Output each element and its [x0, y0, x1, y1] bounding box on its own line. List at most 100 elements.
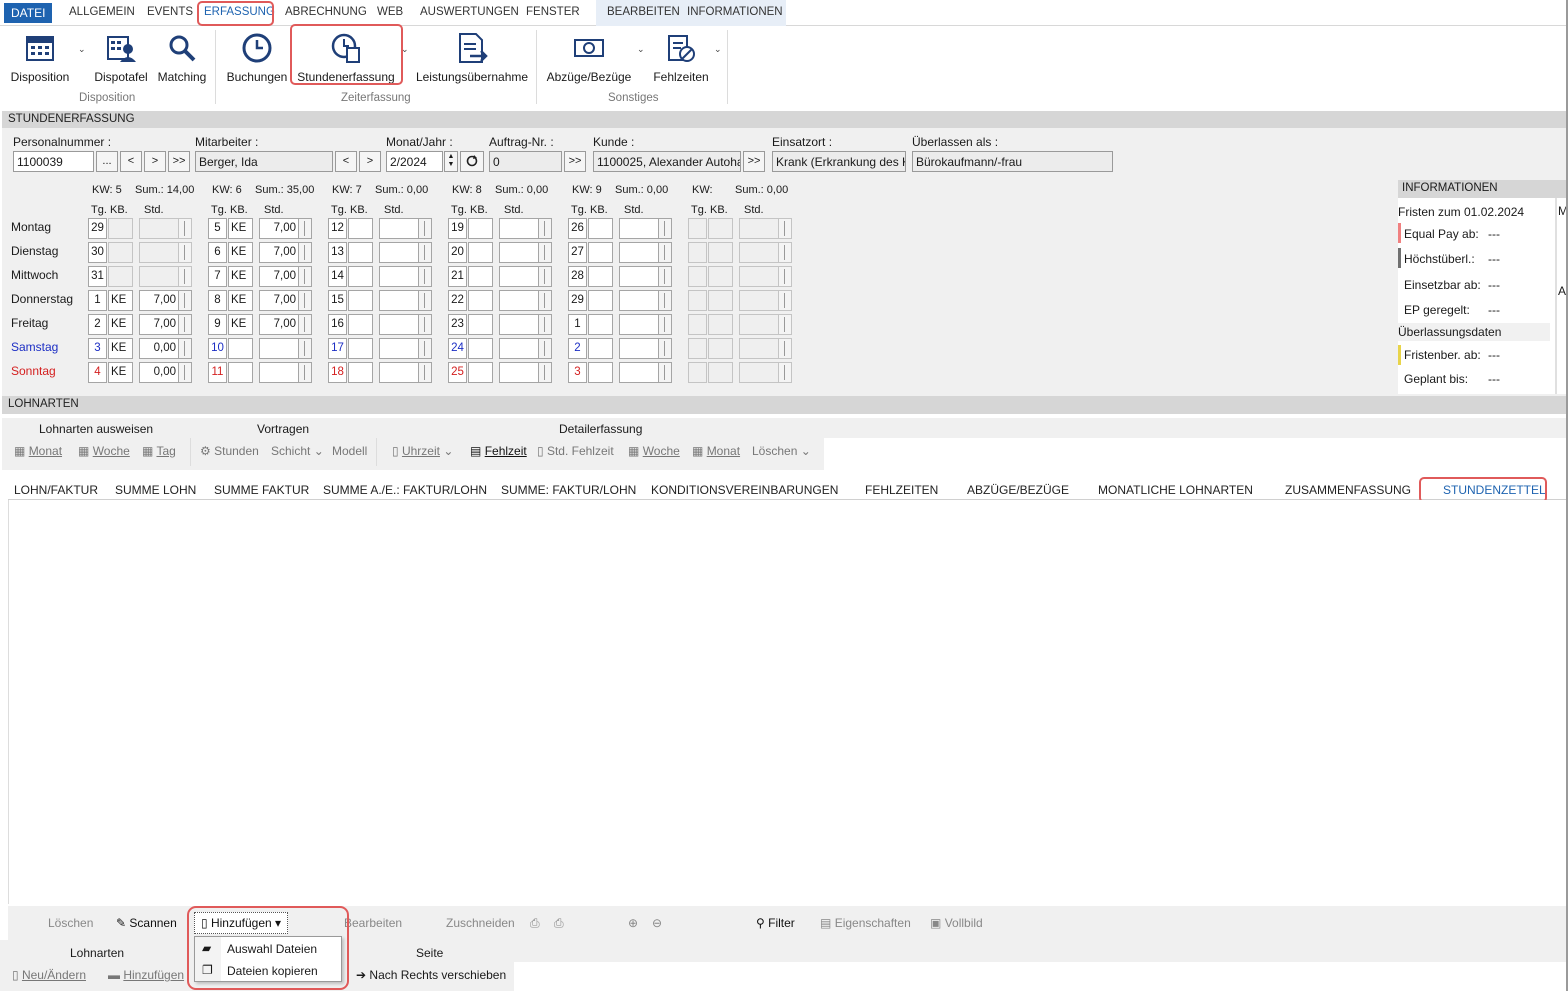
std-spinner[interactable]	[179, 266, 192, 287]
zoom-out-icon[interactable]: ⊖	[652, 916, 662, 930]
fehlzeiten-dropdown-arrow[interactable]: ⌄	[714, 44, 722, 55]
kb-input[interactable]	[708, 290, 733, 311]
std-input[interactable]	[379, 290, 419, 311]
std-input[interactable]: 7,00	[259, 314, 299, 335]
std-input[interactable]: 0,00	[139, 362, 179, 383]
kb-input[interactable]: KE	[108, 362, 133, 383]
kb-input[interactable]	[588, 290, 613, 311]
kb-input[interactable]	[468, 218, 493, 239]
print-settings-icon[interactable]: ⎙	[554, 916, 564, 931]
kb-input[interactable]	[348, 290, 373, 311]
zuschneiden-button[interactable]: Zuschneiden	[446, 916, 515, 930]
print-icon[interactable]: ⎙	[530, 916, 540, 931]
menu-datei[interactable]: DATEI	[4, 3, 53, 23]
std-input[interactable]	[379, 338, 419, 359]
std-input[interactable]	[499, 362, 539, 383]
std-input[interactable]	[619, 266, 659, 287]
menu-informationen[interactable]: INFORMATIONEN	[687, 6, 783, 18]
kb-input[interactable]: KE	[228, 314, 253, 335]
kunde-last-button[interactable]: >>	[743, 151, 765, 172]
std-spinner[interactable]	[179, 362, 192, 383]
disposition-button[interactable]: Disposition	[8, 30, 72, 84]
std-input[interactable]	[499, 290, 539, 311]
kb-input[interactable]	[708, 242, 733, 263]
kb-input[interactable]	[468, 266, 493, 287]
std-input[interactable]	[619, 290, 659, 311]
std-input[interactable]	[619, 362, 659, 383]
fehlzeit-button[interactable]: ▤ Fehlzeit	[470, 444, 527, 458]
tab-stundenzettel[interactable]: STUNDENZETTEL	[1443, 483, 1546, 497]
kb-input[interactable]: KE	[108, 338, 133, 359]
std-input[interactable]	[739, 362, 779, 383]
dateien-kopieren-item[interactable]: Dateien kopieren	[227, 964, 318, 978]
std-input[interactable]: 7,00	[259, 266, 299, 287]
std-input[interactable]	[739, 266, 779, 287]
std-spinner[interactable]	[659, 314, 672, 335]
std-spinner[interactable]	[179, 314, 192, 335]
std-input[interactable]: 7,00	[259, 242, 299, 263]
kb-input[interactable]	[348, 266, 373, 287]
kb-input[interactable]	[348, 338, 373, 359]
monat-jahr-input[interactable]: 2/2024	[386, 151, 443, 172]
menu-web[interactable]: WEB	[377, 6, 403, 18]
std-spinner[interactable]	[179, 338, 192, 359]
std-spinner[interactable]	[419, 218, 432, 239]
menu-abrechnung[interactable]: ABRECHNUNG	[285, 6, 367, 18]
std-spinner[interactable]	[779, 314, 792, 335]
dispotafel-button[interactable]: Dispotafel	[92, 30, 150, 84]
modell-vortragen-button[interactable]: Modell	[332, 444, 367, 458]
kb-input[interactable]	[468, 290, 493, 311]
std-spinner[interactable]	[659, 338, 672, 359]
std-input[interactable]	[739, 314, 779, 335]
std-spinner[interactable]	[299, 266, 312, 287]
kb-input[interactable]	[588, 218, 613, 239]
nach-rechts-button[interactable]: ➔ Nach Rechts verschieben	[356, 968, 506, 982]
bearbeiten-button[interactable]: Bearbeiten	[344, 916, 402, 930]
std-spinner[interactable]	[299, 314, 312, 335]
kb-input[interactable]	[468, 338, 493, 359]
std-input[interactable]	[499, 338, 539, 359]
std-input[interactable]	[139, 242, 179, 263]
kb-input[interactable]	[348, 242, 373, 263]
tab-summe-a-e-faktur-lohn[interactable]: SUMME A./E.: FAKTUR/LOHN	[323, 483, 487, 497]
std-input[interactable]	[619, 338, 659, 359]
kb-input[interactable]	[588, 242, 613, 263]
stunden-vortragen-button[interactable]: ⚙ Stunden	[200, 444, 259, 458]
std-spinner[interactable]	[179, 290, 192, 311]
kb-input[interactable]	[588, 314, 613, 335]
std-spinner[interactable]	[539, 314, 552, 335]
menu-allgemein[interactable]: ALLGEMEIN	[69, 6, 135, 18]
personalnummer-next-button[interactable]: >	[144, 151, 166, 172]
kb-input[interactable]	[348, 314, 373, 335]
std-spinner[interactable]	[419, 362, 432, 383]
std-input[interactable]	[619, 242, 659, 263]
matching-button[interactable]: Matching	[154, 30, 210, 84]
std-input[interactable]	[139, 218, 179, 239]
std-spinner[interactable]	[299, 362, 312, 383]
tab-monatliche-lohnarten[interactable]: MONATLICHE LOHNARTEN	[1098, 483, 1253, 497]
buchungen-button[interactable]: Buchungen	[224, 30, 290, 84]
abzuege-dropdown-arrow[interactable]: ⌄	[637, 44, 645, 55]
loeschen-detail-button[interactable]: Löschen ⌄	[752, 444, 811, 458]
std-input[interactable]: 7,00	[259, 218, 299, 239]
scannen-button[interactable]: ✎ Scannen	[116, 916, 177, 930]
std-input[interactable]	[379, 242, 419, 263]
kb-input[interactable]	[708, 338, 733, 359]
kb-input[interactable]: KE	[228, 218, 253, 239]
std-spinner[interactable]	[539, 266, 552, 287]
menu-auswertungen[interactable]: AUSWERTUNGEN	[420, 6, 519, 18]
std-input[interactable]	[499, 218, 539, 239]
std-spinner[interactable]	[779, 362, 792, 383]
std-spinner[interactable]	[779, 290, 792, 311]
personalnummer-last-button[interactable]: >>	[168, 151, 190, 172]
std-input[interactable]	[739, 218, 779, 239]
abzuege-bezuege-button[interactable]: Abzüge/Bezüge	[544, 30, 634, 84]
std-spinner[interactable]	[779, 266, 792, 287]
tab-summe-faktur-lohn[interactable]: SUMME: FAKTUR/LOHN	[501, 483, 636, 497]
woche-ausweisen-button[interactable]: ▦ Woche	[78, 444, 130, 458]
std-spinner[interactable]	[779, 218, 792, 239]
monat-spinner[interactable]: ▲ ▼	[444, 151, 458, 172]
disposition-dropdown-arrow[interactable]: ⌄	[78, 44, 86, 55]
hinzufuegen-lohnart-button[interactable]: ▬ Hinzufügen	[108, 968, 184, 982]
auftrag-last-button[interactable]: >>	[564, 151, 586, 172]
